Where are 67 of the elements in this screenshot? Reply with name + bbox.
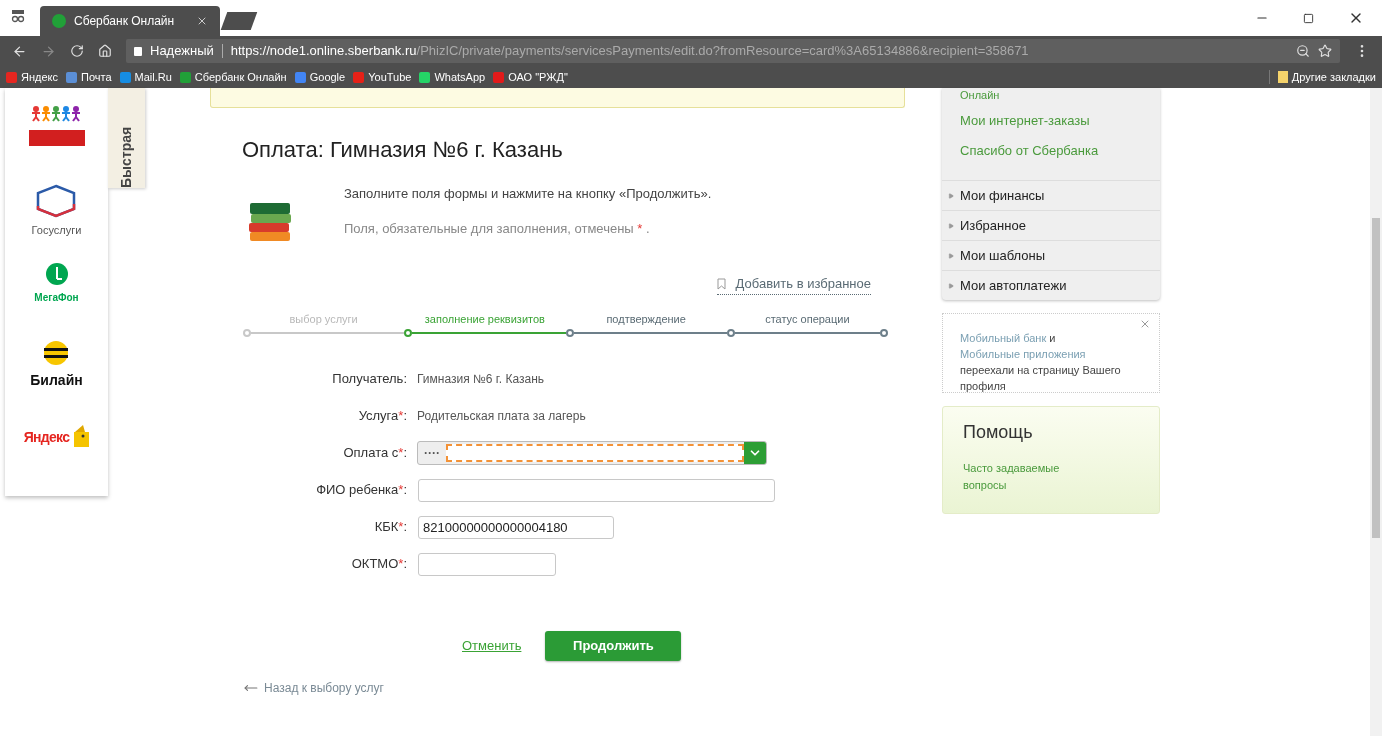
menu-section[interactable]: Избранное [942, 210, 1160, 240]
zoom-out-icon[interactable] [1296, 44, 1310, 58]
back-link[interactable]: Назад к выбору услуг [264, 679, 384, 697]
bookmark-item[interactable]: Сбербанк Онлайн [179, 68, 287, 86]
notice-text: Мобильный банк и Мобильные приложения переехали на страницу Вашего профиля [960, 331, 1122, 394]
restore-icon[interactable] [1303, 12, 1314, 24]
continue-button[interactable]: Продолжить [545, 631, 682, 661]
field-label: КБК*: [373, 518, 408, 537]
caret-icon [948, 192, 954, 199]
add-favorite-link[interactable]: Добавить в избранное [716, 274, 871, 295]
menu-section[interactable]: Мои шаблоны [942, 240, 1160, 270]
partner-link[interactable]: Билайн [30, 340, 83, 418]
field-label: ОКТМО*: [350, 555, 408, 574]
scrollbar[interactable] [1370, 88, 1382, 736]
url-text: https://node1.online.sberbank.ru/PhizIC/private/payments/servicesPayments/edit.do?fromResource=card%3A65134886&recipient=358671 [230, 42, 1029, 61]
field-label: Получатель: [331, 370, 408, 389]
text-field[interactable] [418, 552, 556, 576]
caret-icon [948, 222, 954, 229]
logo-icon [52, 14, 66, 28]
help-title: Помощь [963, 421, 1034, 444]
folder-icon [1277, 71, 1288, 83]
field-value: Гимназия №6 г. Казань [417, 371, 545, 388]
partner-link[interactable]: Яндекс [23, 418, 90, 496]
field-label: Услуга*: [357, 407, 408, 426]
star-icon[interactable] [1318, 44, 1332, 58]
partner-link[interactable]: Госуслуги [31, 184, 82, 262]
field-label: ФИО ребенка*: [315, 481, 408, 500]
address-bar[interactable]: Надежный https://node1.online.sberbank.ru/PhizIC/private/payments/servicesPayments/edit.do?fromResource=card%3A65134886&recipient=358671 [126, 39, 1340, 63]
dropdown-button[interactable] [744, 442, 766, 464]
step-label: статус операции [765, 311, 850, 327]
reload-icon[interactable] [70, 44, 84, 58]
step-label: подтверждение [606, 311, 686, 327]
circle-logo-icon [44, 262, 69, 286]
bookmark-item[interactable]: YouTube [353, 68, 412, 86]
home-icon[interactable] [98, 44, 112, 58]
text-field[interactable] [418, 478, 775, 502]
striped-ball-icon [43, 340, 70, 366]
wallet-icon [73, 424, 90, 448]
bookmark-item[interactable]: Яндекс [6, 68, 58, 86]
bookmark-item[interactable]: Mail.Ru [119, 68, 172, 86]
caret-icon [948, 252, 954, 259]
browser-tab[interactable]: Сбербанк Онлайн [40, 6, 220, 36]
bookmark-item[interactable]: WhatsApp [419, 68, 486, 86]
step-label: выбор услуги [289, 311, 358, 327]
card-select[interactable]: ···· [417, 441, 767, 465]
field-label: Оплата с*: [342, 444, 408, 463]
bookmark-item[interactable]: Почта [66, 68, 112, 86]
menu-section[interactable]: Мои финансы [942, 180, 1160, 210]
quick-tab[interactable]: Быстрая [108, 88, 145, 188]
bookmark-icon [716, 277, 726, 290]
page-title: Оплата: Гимназия №6 г. Казань [242, 136, 564, 164]
caret-icon [948, 282, 954, 289]
security-label: Надежный [150, 42, 214, 61]
instruction-text: Заполните поля формы и нажмите на кнопку «Продолжить». [344, 185, 712, 203]
other-bookmarks[interactable]: Другие закладки [1277, 68, 1376, 86]
bookmark-item[interactable]: ОАО "РЖД" [493, 68, 568, 86]
tab-title: Сбербанк Онлайн [74, 13, 176, 30]
bookmark-item[interactable]: Google [294, 68, 346, 86]
close-icon[interactable] [196, 15, 208, 27]
text-field[interactable]: 82100000000000004180 [418, 515, 614, 539]
charity-logo-icon [28, 106, 85, 146]
incognito-icon [10, 8, 26, 24]
new-tab-button[interactable] [220, 12, 258, 30]
step-label: заполнение реквизитов [424, 311, 545, 327]
menu-section[interactable]: Мои автоплатежи [942, 270, 1160, 300]
required-note: Поля, обязательные для заполнения, отмечены * . [344, 219, 651, 238]
field-value: Родительская плата за лагерь [417, 408, 586, 425]
